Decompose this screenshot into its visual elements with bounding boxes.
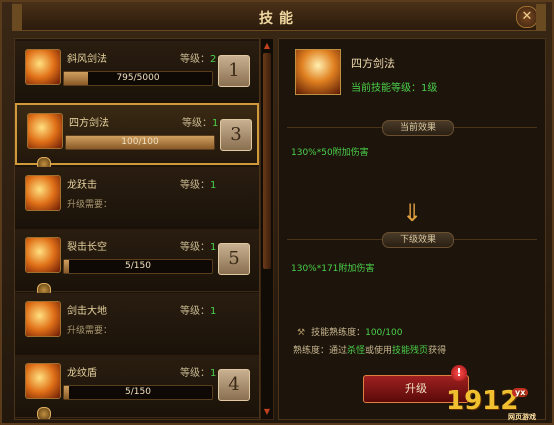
- hotkey-slot[interactable]: 5: [218, 243, 250, 275]
- skill-icon-four-sword[interactable]: [27, 113, 63, 149]
- skill-list-scrollbar[interactable]: ▲ ▼: [260, 38, 274, 420]
- skill-name: 龙纹盾: [67, 368, 97, 379]
- skill-item-selected[interactable]: 四方剑法 等级：1 100/100 3: [15, 103, 259, 165]
- skill-level-label: 等级：1: [180, 180, 217, 191]
- skill-level-value: 1: [210, 306, 217, 317]
- down-arrow-icon: ⇓: [401, 199, 423, 227]
- exp-bar: 5/150: [63, 259, 213, 274]
- skill-level-value: 1: [212, 118, 219, 129]
- hotkey-slot[interactable]: 4: [218, 369, 250, 401]
- upgrade-requirement: 升级需要：: [67, 326, 113, 336]
- scroll-down-arrow-icon[interactable]: ▼: [262, 407, 272, 417]
- skill-level-value: 2: [210, 54, 217, 65]
- skill-list: 斜风剑法 等级：2 795/5000 1 四方剑法 等级：1 100/100 3…: [14, 38, 260, 420]
- skill-item[interactable]: 斜风剑法 等级：2 795/5000 1: [15, 41, 259, 104]
- skill-window: 技能 ✕ 斜风剑法 等级：2 795/5000 1 四方剑法 等级：1 100/…: [0, 0, 554, 425]
- skill-item[interactable]: 裂击长空 等级：1 5/150 5: [15, 229, 259, 292]
- skill-name: 斜风剑法: [67, 54, 107, 65]
- skill-level-label: 等级：1: [180, 242, 217, 253]
- hotkey-slot[interactable]: 1: [218, 55, 250, 87]
- close-button[interactable]: ✕: [516, 6, 538, 28]
- exp-bar: 795/5000: [63, 71, 213, 86]
- next-effect-header: 下级效果: [287, 232, 537, 254]
- skill-level-label: 等级：1: [180, 368, 217, 379]
- skill-level-value: 1: [210, 242, 217, 253]
- exp-bar: 100/100: [65, 135, 215, 150]
- exp-text: 5/150: [125, 261, 151, 271]
- detail-skill-name: 四方剑法: [351, 57, 395, 70]
- scroll-thumb[interactable]: [263, 53, 271, 269]
- exp-text: 5/150: [125, 387, 151, 397]
- skill-icon-sword-wind[interactable]: [25, 49, 61, 85]
- proficiency-row: ⚒ 技能熟练度：100/100: [297, 328, 403, 338]
- proficiency-icon: ⚒: [297, 328, 306, 338]
- skill-connector-icon: [37, 407, 51, 419]
- site-logo: 1912 yx 网页游戏: [446, 386, 536, 421]
- current-effect-text: 130%*50附加伤害: [291, 148, 369, 158]
- skill-name: 四方剑法: [69, 118, 109, 129]
- skill-name: 裂击长空: [67, 242, 107, 253]
- hotkey-slot[interactable]: 3: [220, 119, 252, 151]
- window-title: 技能: [259, 11, 299, 27]
- current-effect-header: 当前效果: [287, 120, 537, 142]
- skill-icon-earth-strike[interactable]: [25, 301, 61, 337]
- skill-icon-dragon-shield[interactable]: [25, 363, 61, 399]
- upgrade-requirement: 升级需要：: [67, 200, 113, 210]
- next-effect-text: 130%*171附加伤害: [291, 264, 375, 274]
- skill-item[interactable]: 剑击大地 等级：1 升级需要：: [15, 293, 259, 356]
- skill-item[interactable]: 龙跃击 等级：1 升级需要：: [15, 167, 259, 230]
- scroll-up-arrow-icon[interactable]: ▲: [262, 41, 272, 51]
- skill-level-label: 等级：1: [180, 306, 217, 317]
- detail-current-level: 当前技能等级：1级: [351, 83, 438, 94]
- exp-text: 100/100: [121, 137, 159, 147]
- skill-name: 龙跃击: [67, 180, 97, 191]
- skill-icon-sky-strike[interactable]: [25, 237, 61, 273]
- alert-icon: !: [451, 365, 467, 381]
- skill-level-value: 1: [210, 180, 217, 191]
- exp-bar: 5/150: [63, 385, 213, 400]
- skill-level-label: 等级：1: [182, 118, 219, 129]
- title-bar: 技能 ✕: [12, 2, 546, 31]
- exp-text: 795/5000: [116, 73, 160, 83]
- detail-skill-icon: [295, 49, 341, 95]
- proficiency-value: 100/100: [365, 328, 403, 338]
- skill-item[interactable]: 龙纹盾 等级：1 5/150 4: [15, 355, 259, 418]
- skill-icon-dragon-leap[interactable]: [25, 175, 61, 211]
- skill-name: 剑击大地: [67, 306, 107, 317]
- skill-level-value: 1: [210, 368, 217, 379]
- skill-level-label: 等级：2: [180, 54, 217, 65]
- skill-detail-panel: 四方剑法 当前技能等级：1级 当前效果 130%*50附加伤害 ⇓ 下级效果 1…: [278, 38, 546, 420]
- proficiency-tip: 熟练度：通过杀怪或使用技能残页获得: [293, 346, 447, 356]
- title-corner-right: [536, 4, 546, 30]
